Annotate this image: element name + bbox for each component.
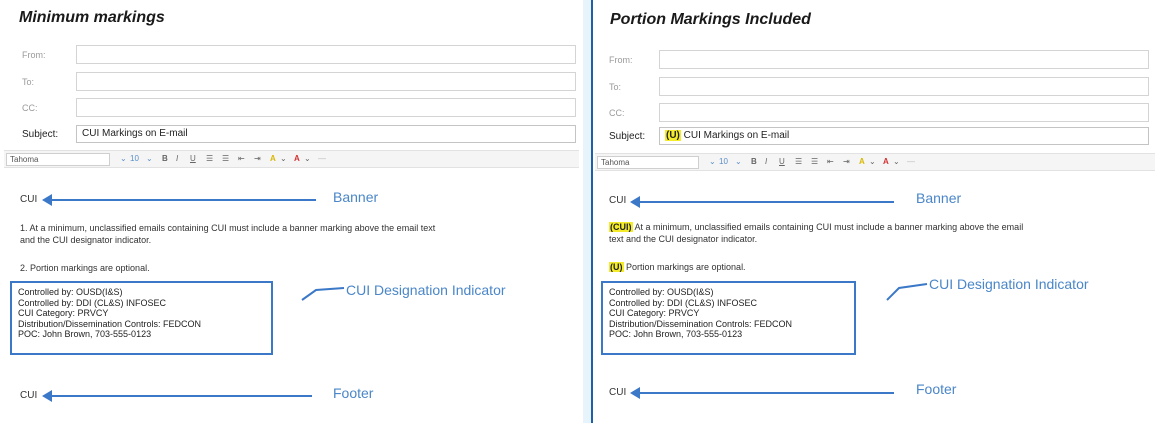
indicator-line: CUI Category: PRVCY bbox=[609, 308, 700, 318]
subject-value: CUI Markings on E-mail bbox=[82, 128, 188, 139]
portion-marking-cui: (CUI) bbox=[609, 222, 633, 232]
subject-value: CUI Markings on E-mail bbox=[680, 130, 790, 141]
font-color-dropdown-icon[interactable]: ⌄ bbox=[304, 154, 311, 163]
paragraph-1-line-2: and the CUI designator indicator. bbox=[20, 235, 152, 245]
indicator-pointer-icon bbox=[301, 287, 345, 301]
font-select[interactable]: Tahoma bbox=[6, 153, 110, 166]
font-select[interactable]: Tahoma bbox=[597, 156, 699, 169]
font-dropdown-icon[interactable]: ⌄ bbox=[709, 157, 716, 166]
highlight-color-icon[interactable]: A bbox=[859, 157, 865, 166]
banner-callout: Banner bbox=[916, 190, 962, 206]
from-label: From: bbox=[22, 50, 46, 60]
underline-button[interactable]: U bbox=[779, 157, 785, 166]
paragraph-1-text: At a minimum, unclassified emails contai… bbox=[632, 222, 1024, 232]
indicator-line: Controlled by: OUSD(I&S) bbox=[18, 287, 123, 297]
font-color-dropdown-icon[interactable]: ⌄ bbox=[893, 157, 900, 166]
subject-label: Subject: bbox=[22, 129, 59, 140]
paragraph-2: (U) Portion markings are optional. bbox=[609, 261, 746, 273]
indent-icon[interactable]: ⇥ bbox=[843, 157, 850, 166]
outdent-icon[interactable]: ⇤ bbox=[827, 157, 834, 166]
font-size-dropdown-icon[interactable]: ⌄ bbox=[735, 157, 742, 166]
indicator-line: Distribution/Dissemination Controls: FED… bbox=[18, 318, 202, 329]
portion-marking-u: (U) bbox=[665, 130, 681, 141]
cc-label: CC: bbox=[22, 103, 38, 113]
font-dropdown-icon[interactable]: ⌄ bbox=[120, 154, 127, 163]
banner-marking: CUI bbox=[20, 194, 38, 205]
italic-button[interactable]: I bbox=[176, 154, 178, 163]
banner-marking: CUI bbox=[609, 195, 627, 206]
paragraph-2: 2. Portion markings are optional. bbox=[20, 263, 150, 273]
subject-label: Subject: bbox=[609, 131, 646, 142]
indicator-pointer-icon bbox=[886, 283, 928, 301]
indicator-line: POC: John Brown, 703-555-0123 bbox=[18, 329, 152, 339]
format-toolbar: Tahoma ⌄ 10 ⌄ B I U ☰ ☰ ⇤ ⇥ A ⌄ A ⌄ — bbox=[595, 153, 1155, 171]
italic-button[interactable]: I bbox=[765, 157, 767, 166]
outdent-icon[interactable]: ⇤ bbox=[238, 154, 245, 163]
numbered-list-icon[interactable]: ☰ bbox=[811, 157, 818, 166]
numbered-list-icon[interactable]: ☰ bbox=[222, 154, 229, 163]
cc-label: CC: bbox=[609, 108, 625, 118]
indicator-line: Controlled by: OUSD(I&S) bbox=[609, 287, 714, 297]
cui-designation-indicator-box: Controlled by: OUSD(I&S) Controlled by: … bbox=[601, 281, 856, 355]
from-label: From: bbox=[609, 55, 633, 65]
indicator-line: POC: John Brown, 703-555-0123 bbox=[609, 329, 743, 339]
portion-marking-u: (U) bbox=[609, 262, 624, 272]
cc-field[interactable] bbox=[76, 98, 576, 117]
font-size-dropdown-icon[interactable]: ⌄ bbox=[146, 154, 153, 163]
indicator-line: Controlled by: DDI (CL&S) INFOSEC bbox=[609, 297, 758, 308]
to-label: To: bbox=[22, 77, 35, 87]
banner-arrow-icon bbox=[42, 194, 316, 206]
subject-input[interactable]: (U) CUI Markings on E-mail bbox=[659, 127, 1149, 145]
indent-icon[interactable]: ⇥ bbox=[254, 154, 261, 163]
indicator-line: Controlled by: DDI (CL&S) INFOSEC bbox=[18, 297, 167, 308]
highlight-color-icon[interactable]: A bbox=[270, 154, 276, 163]
banner-callout: Banner bbox=[333, 189, 379, 205]
bullet-list-icon[interactable]: ☰ bbox=[206, 154, 213, 163]
indicator-line: Distribution/Dissemination Controls: FED… bbox=[609, 318, 793, 329]
font-color-icon[interactable]: A bbox=[294, 154, 300, 163]
subject-input[interactable]: CUI Markings on E-mail bbox=[76, 125, 576, 143]
panel-portion-markings: Portion Markings Included From: To: CC: … bbox=[591, 0, 1157, 423]
more-options-icon[interactable]: — bbox=[318, 154, 326, 163]
cui-designation-indicator-box: Controlled by: OUSD(I&S) Controlled by: … bbox=[10, 281, 273, 355]
panel-title: Minimum markings bbox=[19, 9, 165, 26]
footer-arrow-icon bbox=[630, 387, 894, 399]
indicator-callout: CUI Designation Indicator bbox=[346, 282, 506, 298]
banner-arrow-icon bbox=[630, 196, 894, 208]
format-toolbar: Tahoma ⌄ 10 ⌄ B I U ☰ ☰ ⇤ ⇥ A ⌄ A ⌄ — bbox=[4, 150, 579, 168]
highlight-dropdown-icon[interactable]: ⌄ bbox=[869, 157, 876, 166]
panel-minimum-markings: Minimum markings From: To: CC: Subject: … bbox=[0, 0, 583, 423]
more-options-icon[interactable]: — bbox=[907, 157, 915, 166]
footer-callout: Footer bbox=[333, 385, 374, 401]
font-size-select[interactable]: 10 bbox=[719, 157, 728, 166]
from-field[interactable] bbox=[659, 50, 1149, 69]
footer-callout: Footer bbox=[916, 381, 957, 397]
to-field[interactable] bbox=[76, 72, 576, 91]
paragraph-2-text: Portion markings are optional. bbox=[623, 262, 746, 272]
highlight-dropdown-icon[interactable]: ⌄ bbox=[280, 154, 287, 163]
panel-title: Portion Markings Included bbox=[610, 11, 811, 28]
font-size-select[interactable]: 10 bbox=[130, 154, 139, 163]
paragraph-1: (CUI) At a minimum, unclassified emails … bbox=[609, 221, 1023, 245]
indicator-callout: CUI Designation Indicator bbox=[929, 276, 1089, 292]
underline-button[interactable]: U bbox=[190, 154, 196, 163]
cc-field[interactable] bbox=[659, 103, 1149, 122]
to-label: To: bbox=[609, 82, 622, 92]
from-field[interactable] bbox=[76, 45, 576, 64]
bold-button[interactable]: B bbox=[751, 157, 757, 166]
bullet-list-icon[interactable]: ☰ bbox=[795, 157, 802, 166]
paragraph-1-line-1: (CUI) At a minimum, unclassified emails … bbox=[609, 221, 1023, 233]
font-color-icon[interactable]: A bbox=[883, 157, 889, 166]
footer-marking: CUI bbox=[20, 390, 38, 401]
footer-arrow-icon bbox=[42, 390, 312, 402]
paragraph-1: 1. At a minimum, unclassified emails con… bbox=[20, 222, 435, 246]
to-field[interactable] bbox=[659, 77, 1149, 96]
footer-marking: CUI bbox=[609, 387, 627, 398]
indicator-line: CUI Category: PRVCY bbox=[18, 308, 109, 318]
paragraph-1-line-1: 1. At a minimum, unclassified emails con… bbox=[20, 223, 436, 233]
bold-button[interactable]: B bbox=[162, 154, 168, 163]
paragraph-1-line-2: text and the CUI designator indicator. bbox=[609, 234, 758, 244]
